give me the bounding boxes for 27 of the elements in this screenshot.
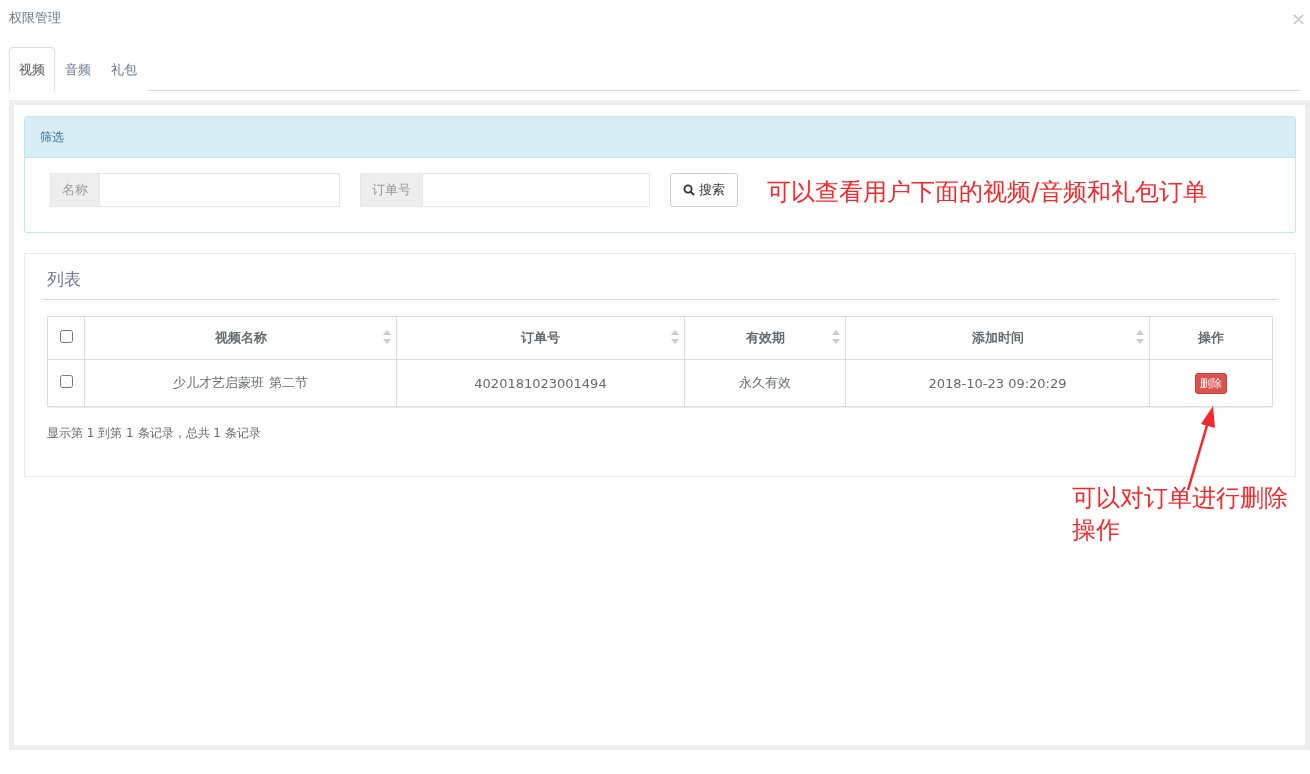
- column-header[interactable]: 有效期: [684, 316, 846, 360]
- panel-title: 筛选: [40, 128, 64, 146]
- table-cell: 永久有效: [684, 359, 846, 407]
- sort-icon[interactable]: [832, 330, 840, 344]
- field-label: 名称: [51, 174, 100, 206]
- column-header[interactable]: 视频名称: [84, 316, 397, 360]
- sort-icon[interactable]: [671, 330, 679, 344]
- column-header[interactable]: 操作: [1149, 316, 1273, 360]
- row-checkbox[interactable]: [59, 375, 73, 388]
- table-cell: 2018-10-23 09:20:29: [845, 359, 1150, 407]
- dialog-title: 权限管理: [9, 9, 61, 27]
- column-header[interactable]: 添加时间: [845, 316, 1150, 360]
- field-label: 订单号: [361, 174, 423, 206]
- search-icon: [683, 184, 695, 196]
- sort-icon[interactable]: [383, 330, 391, 344]
- annotation-text: 可以对订单进行删除操作: [1072, 483, 1289, 546]
- annotation-text: 可以查看用户下面的视频/音频和礼包订单: [767, 177, 1208, 208]
- delete-button[interactable]: 删除: [1195, 372, 1227, 394]
- column-header[interactable]: 订单号: [396, 316, 685, 360]
- pagination-info: 显示第 1 到第 1 条记录，总共 1 条记录: [47, 425, 261, 442]
- search-button[interactable]: 搜索: [670, 173, 738, 207]
- section-title: 列表: [47, 268, 82, 291]
- tab[interactable]: 视频: [9, 47, 55, 91]
- sort-icon[interactable]: [1136, 330, 1144, 344]
- select-all-checkbox[interactable]: [59, 330, 73, 343]
- table-cell: 4020181023001494: [396, 359, 685, 407]
- table-cell: 少儿才艺启蒙班 第二节: [84, 359, 397, 407]
